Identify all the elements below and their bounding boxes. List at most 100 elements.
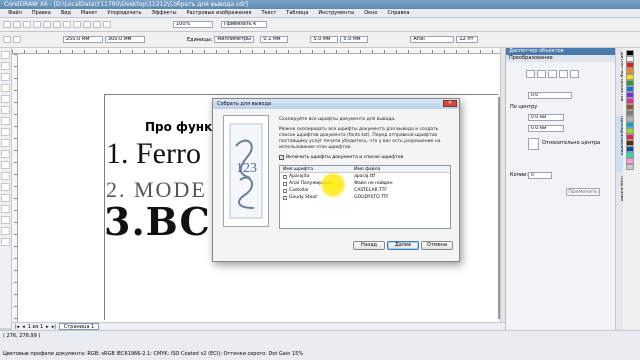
menu-bitmaps[interactable]: Растровые изображения [182,10,257,16]
back-button[interactable]: Назад [353,241,385,250]
connector-tool-icon[interactable] [1,194,10,202]
duplicate-x-field[interactable]: 5.0 мм [310,36,339,43]
table-row[interactable]: Goudy Stout GOUDYSTO.TTF [280,194,450,201]
document-line-ferro[interactable]: 1. Ferro [106,137,201,171]
outline-pen-icon[interactable] [1,227,10,235]
size-icon[interactable] [559,70,568,78]
center-x-field[interactable]: 0.0 мм [528,114,564,121]
font-size-select[interactable]: 12 пт [456,36,479,43]
table-tool-icon[interactable] [1,172,10,180]
paste-icon[interactable] [63,21,71,28]
nudge-field[interactable]: 0.1 мм [260,36,289,43]
eyedropper-icon[interactable] [1,216,10,224]
menu-table[interactable]: Таблица [281,10,313,16]
open-icon[interactable] [13,21,21,28]
font-name: Goudy Stout [289,195,318,200]
menu-text[interactable]: Текст [256,10,281,16]
menu-effects[interactable]: Эффекты [147,10,182,16]
text-tool-icon[interactable] [1,161,10,169]
freehand-tool-icon[interactable] [1,95,10,103]
last-page-icon[interactable]: ▸| [52,324,56,330]
next-button[interactable]: Далее [387,241,419,250]
menu-arrange[interactable]: Упорядочить [102,10,146,16]
table-row[interactable]: Castellar CASTELAR.TTF [280,187,450,194]
smart-fill-icon[interactable] [1,106,10,114]
font-file: CASTELAR.TTF [354,188,387,193]
menu-file[interactable]: Файл [3,10,27,16]
fonts-table[interactable]: Имя шрифта Имя файла Aparajita aparaj.tt… [279,165,451,229]
undo-icon[interactable] [73,21,81,28]
svg-text:123: 123 [236,161,257,176]
rectangle-tool-icon[interactable] [1,117,10,125]
document-heading[interactable]: Про функц [145,120,221,134]
cut-icon[interactable] [43,21,51,28]
table-row[interactable]: Aparajita aparaj.ttf [280,173,450,180]
apply-button[interactable]: Применить [566,188,600,196]
page-height-field[interactable]: 300.0 мм [105,36,145,43]
portrait-icon[interactable] [13,36,21,43]
menu-tools[interactable]: Инструменты [313,10,359,16]
angle-field[interactable]: 0.0 [528,92,572,99]
redo-icon[interactable] [83,21,91,28]
crop-tool-icon[interactable] [1,73,10,81]
dimension-tool-icon[interactable] [1,183,10,191]
font-select[interactable]: Arial [410,36,455,43]
color-swatch[interactable] [626,164,634,170]
table-row[interactable]: Arial Полужирный Файл не найден [280,180,450,187]
export-icon[interactable] [103,21,111,28]
position-icon[interactable] [526,70,535,78]
copy-icon[interactable] [53,21,61,28]
document-line-bc[interactable]: 3.BC [104,200,211,244]
next-page-icon[interactable]: ▸ [46,324,49,330]
fill-icon[interactable] [1,238,10,246]
pick-tool-icon[interactable] [1,51,10,59]
ellipse-tool-icon[interactable] [1,128,10,136]
snap-to-select[interactable]: Привязать к [221,21,267,28]
menu-view[interactable]: Вид [56,10,76,16]
font-file: aparaj.ttf [354,174,375,179]
column-font-name[interactable]: Имя шрифта [280,166,351,172]
save-icon[interactable] [23,21,31,28]
interactive-fill-icon[interactable] [1,205,10,213]
prev-page-icon[interactable]: ◂ [22,324,25,330]
dialog-description: Можно скопировать все шрифты документа д… [279,127,441,150]
zoom-tool-icon[interactable] [1,84,10,92]
cursor-coordinates: ( 276, 276.99 ) [3,333,41,339]
font-name: Aparajita [289,174,310,179]
polygon-tool-icon[interactable] [1,139,10,147]
zoom-level-select[interactable]: 100% [173,21,213,28]
anchor-grid-icon[interactable] [528,138,539,150]
font-file: Файл не найден [354,181,393,186]
toolbox [0,48,12,328]
page-size-icon[interactable] [3,36,11,43]
units-select[interactable]: миллиметры [214,36,255,43]
first-page-icon[interactable]: |◂ [15,324,19,330]
menu-help[interactable]: Справка [382,10,414,16]
menu-window[interactable]: Окно [359,10,382,16]
collect-for-output-dialog: Собрать для вывода ✕ 123 Скопируйте все … [212,98,460,262]
column-file-name[interactable]: Имя файла [351,166,450,172]
copies-field[interactable]: 0 [528,172,552,179]
include-fonts-checkbox[interactable]: ✓ Включить шрифты документа и список шри… [279,155,403,160]
page-tab-1[interactable]: Страница 1 [58,323,100,330]
menu-layout[interactable]: Макет [76,10,102,16]
menu-edit[interactable]: Правка [27,10,56,16]
dialog-close-button[interactable]: ✕ [443,100,457,107]
duplicate-y-field[interactable]: 5.0 мм [340,36,369,43]
color-profiles-status[interactable]: Цветовые профили документа: RGB: sRGB IE… [3,351,303,357]
skew-icon[interactable] [570,70,579,78]
page-width-field[interactable]: 250.0 мм [63,36,103,43]
shape-tool-icon[interactable] [1,62,10,70]
checkbox-checked-icon[interactable]: ✓ [279,155,284,160]
docker-side-tabs: Диспетчер объектов Преобразование Подска… [615,48,624,330]
dialog-title: Собрать для вывода [213,99,459,109]
scale-icon[interactable] [548,70,557,78]
rotate-icon[interactable] [537,70,546,78]
basic-shapes-icon[interactable] [1,150,10,158]
cancel-button[interactable]: Отмена [421,241,453,250]
import-icon[interactable] [93,21,101,28]
center-y-field[interactable]: 0.0 мм [528,125,564,132]
print-icon[interactable] [33,21,41,28]
new-document-icon[interactable] [3,21,11,28]
window-titlebar: CorelDRAW X6 - [D:\LocalData\Y11790\Desk… [0,0,640,9]
